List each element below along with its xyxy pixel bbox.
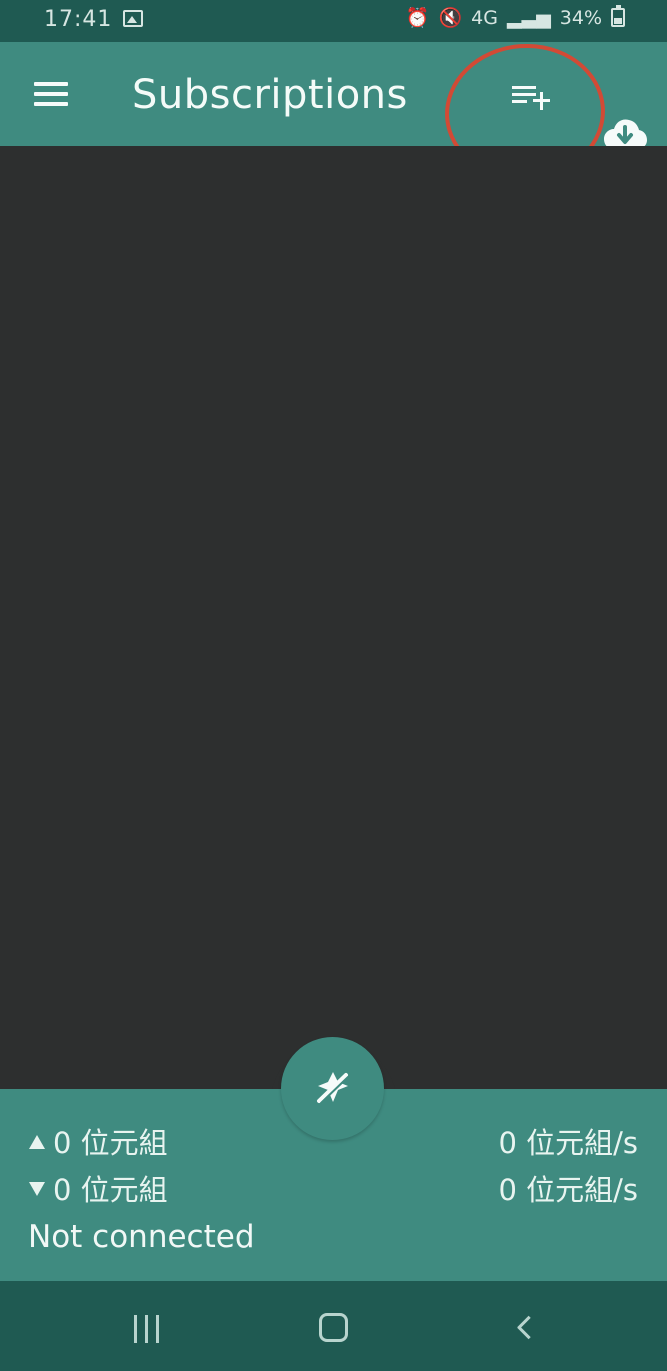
status-time: 17:41 (44, 7, 113, 32)
subscriptions-list-area (0, 146, 667, 1089)
recent-apps-icon[interactable] (132, 1315, 164, 1343)
signal-icon: ▂▃▅ (506, 6, 551, 29)
system-navigation-bar (0, 1281, 667, 1371)
upload-speed: 0 位元組/s (498, 1126, 638, 1160)
connect-button[interactable] (281, 1037, 384, 1140)
status-bar: 17:41 ⏰ 🔇 4G ▂▃▅ 34% (0, 0, 667, 42)
back-icon[interactable] (512, 1313, 532, 1341)
menu-icon[interactable] (34, 82, 68, 108)
mute-icon: 🔇 (438, 7, 463, 29)
upload-total: 0 位元組 (29, 1125, 168, 1161)
download-total: 0 位元組 (29, 1172, 168, 1208)
battery-icon (611, 5, 625, 27)
connection-status: Not connected (28, 1219, 255, 1255)
arrow-up-icon (29, 1135, 45, 1149)
vpn-disconnected-icon (317, 1072, 349, 1104)
image-icon (123, 10, 143, 27)
status-icons: ⏰ 🔇 4G ▂▃▅ 34% (405, 5, 625, 29)
network-icon: 4G (471, 6, 498, 29)
battery-percentage: 34% (559, 6, 602, 29)
home-icon[interactable] (319, 1313, 348, 1342)
arrow-down-icon (29, 1182, 45, 1196)
page-title: Subscriptions (132, 72, 408, 118)
download-speed: 0 位元組/s (498, 1173, 638, 1207)
alarm-icon: ⏰ (405, 7, 430, 29)
